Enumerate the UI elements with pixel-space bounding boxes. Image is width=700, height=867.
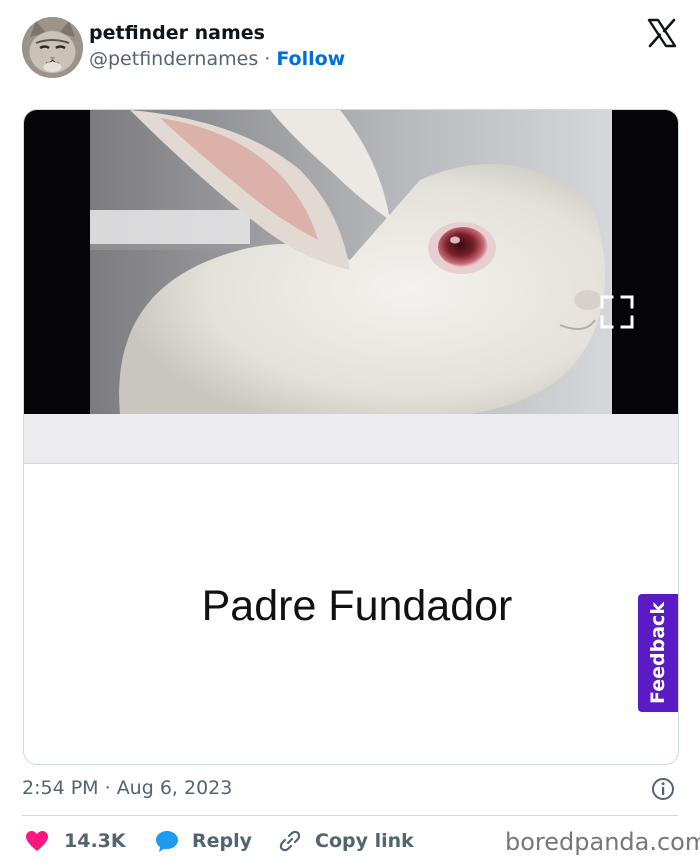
divider (22, 815, 678, 816)
feedback-label: Feedback (647, 602, 669, 704)
display-name[interactable]: petfinder names (89, 22, 265, 44)
x-logo-icon[interactable] (647, 18, 677, 48)
speech-bubble-icon (156, 831, 178, 852)
date: Aug 6, 2023 (116, 777, 233, 799)
reply-button[interactable]: Reply (155, 826, 252, 856)
handle-separator: · (258, 48, 277, 70)
reply-label: Reply (192, 830, 253, 852)
media-caption: Padre Fundador (201, 582, 513, 630)
handle[interactable]: @petfindernames (89, 48, 258, 70)
handle-line: @petfindernames · Follow (89, 48, 345, 70)
copy-link-label: Copy link (315, 830, 414, 852)
cat-avatar-image (22, 17, 83, 78)
like-count: 14.3K (64, 830, 126, 852)
follow-button[interactable]: Follow (276, 48, 345, 70)
expand-icon[interactable] (599, 294, 635, 330)
watermark: boredpanda.com (505, 828, 700, 856)
timestamp-separator: · (98, 777, 117, 799)
timestamp[interactable]: 2:54 PM · Aug 6, 2023 (22, 777, 232, 799)
tweet-embed: petfinder names @petfindernames · Follow (0, 0, 700, 867)
rabbit-photo (90, 110, 612, 414)
info-icon[interactable] (651, 777, 675, 801)
video-player[interactable] (24, 110, 678, 414)
feedback-button[interactable]: Feedback (638, 594, 678, 712)
media-card[interactable]: Padre Fundador Feedback (23, 109, 679, 765)
link-icon (279, 830, 301, 852)
avatar[interactable] (22, 17, 83, 78)
like-button[interactable]: 14.3K (25, 826, 126, 856)
media-strip (24, 414, 678, 464)
heart-icon (26, 831, 48, 851)
copy-link-button[interactable]: Copy link (278, 826, 414, 856)
time: 2:54 PM (22, 777, 99, 799)
